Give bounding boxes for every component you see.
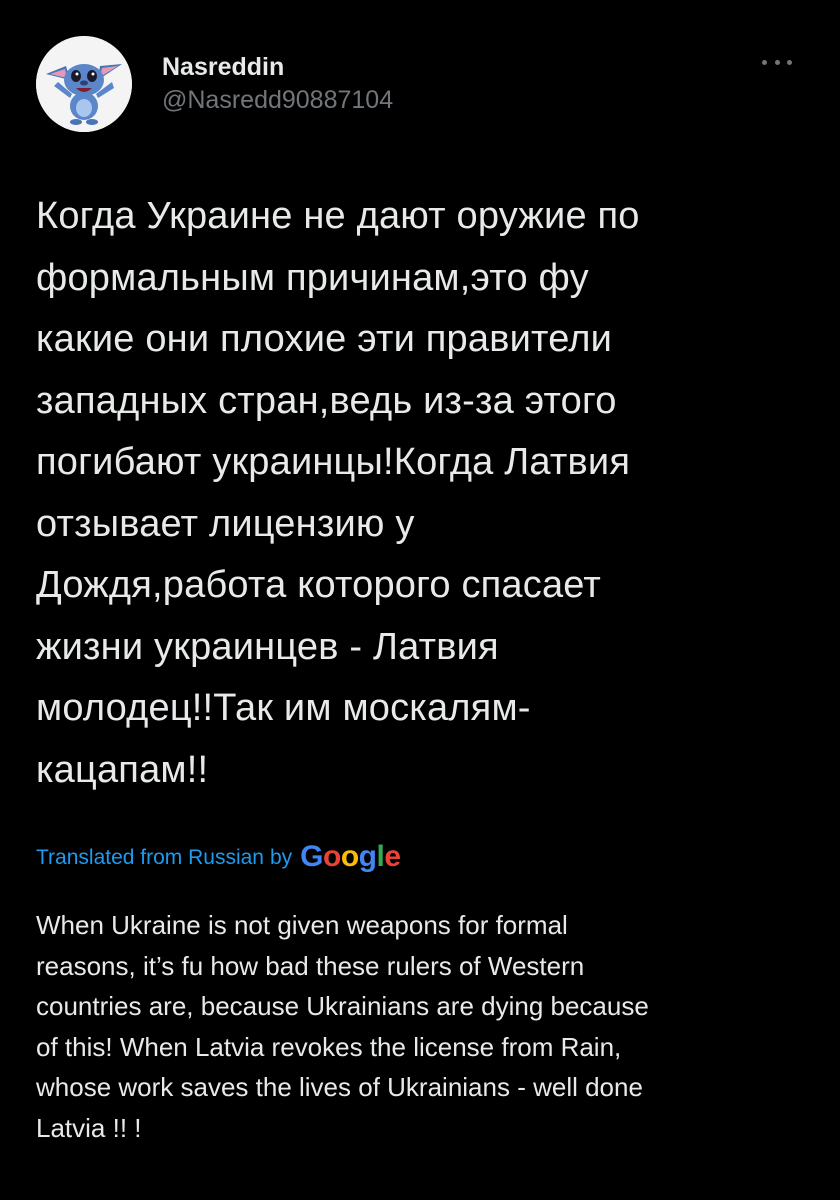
tweet-text: Когда Украине не дают оружие по формальн… [36,186,826,801]
translation-source-label: Translated from Russian [36,846,264,869]
ellipsis-icon[interactable] [762,52,792,72]
dot [774,59,780,65]
translated-text-line: When Ukraine is not given weapons for fo… [36,910,568,940]
author-display-name[interactable]: Nasreddin [162,52,393,82]
google-letter: o [323,840,341,873]
author-names: Nasreddin @Nasredd90887104 [162,52,393,116]
author-handle[interactable]: @Nasredd90887104 [162,84,393,116]
translated-text-line: whose work saves the lives of Ukrainians… [36,1072,643,1102]
tweet-text-line: западных стран,ведь из-за этого [36,379,617,422]
tweet-text-line: отзывает лицензию у [36,502,415,545]
tweet: Nasreddin @Nasredd90887104 Когда Украине… [0,0,840,1200]
google-logo: Google [300,840,401,874]
dot [787,59,792,65]
google-letter: e [384,840,401,873]
tweet-text-line: погибают украинцы!Когда Латвия [36,441,631,483]
tweet-text-line: молодец!!Так им москалям- [36,687,531,729]
tweet-text-line: формальным причинам,это фу [36,256,589,299]
avatar[interactable] [36,36,132,132]
dot [762,59,767,65]
stitch-avatar-icon [36,36,132,132]
translation-notice[interactable]: Translated from Russian by Google [36,838,401,878]
translated-text-line: of this! When Latvia revokes the license… [36,1031,622,1062]
tweet-header: Nasreddin @Nasredd90887104 [36,36,393,132]
google-letter: G [300,840,324,873]
tweet-text-line: Дождя,работа которого спасает [36,564,601,606]
tweet-text-line: какие они плохие эти правители [36,318,613,360]
translated-text-line: countries are, because Ukrainians are dy… [36,991,649,1021]
tweet-text-line: Когда Украине не дают оружие по [36,195,640,237]
tweet-text-line: жизни украинцев - Латвия [36,625,499,668]
google-letter: o [340,840,359,873]
translated-text: When Ukraine is not given weapons for fo… [36,905,826,1148]
google-letter: g [358,840,377,873]
translated-text-line: Latvia !! ! [36,1112,142,1143]
translated-text-line: reasons, it’s fu how bad these rulers of… [36,950,585,981]
translation-by-label: by [269,846,293,869]
tweet-text-line: кацапам!! [36,748,209,791]
